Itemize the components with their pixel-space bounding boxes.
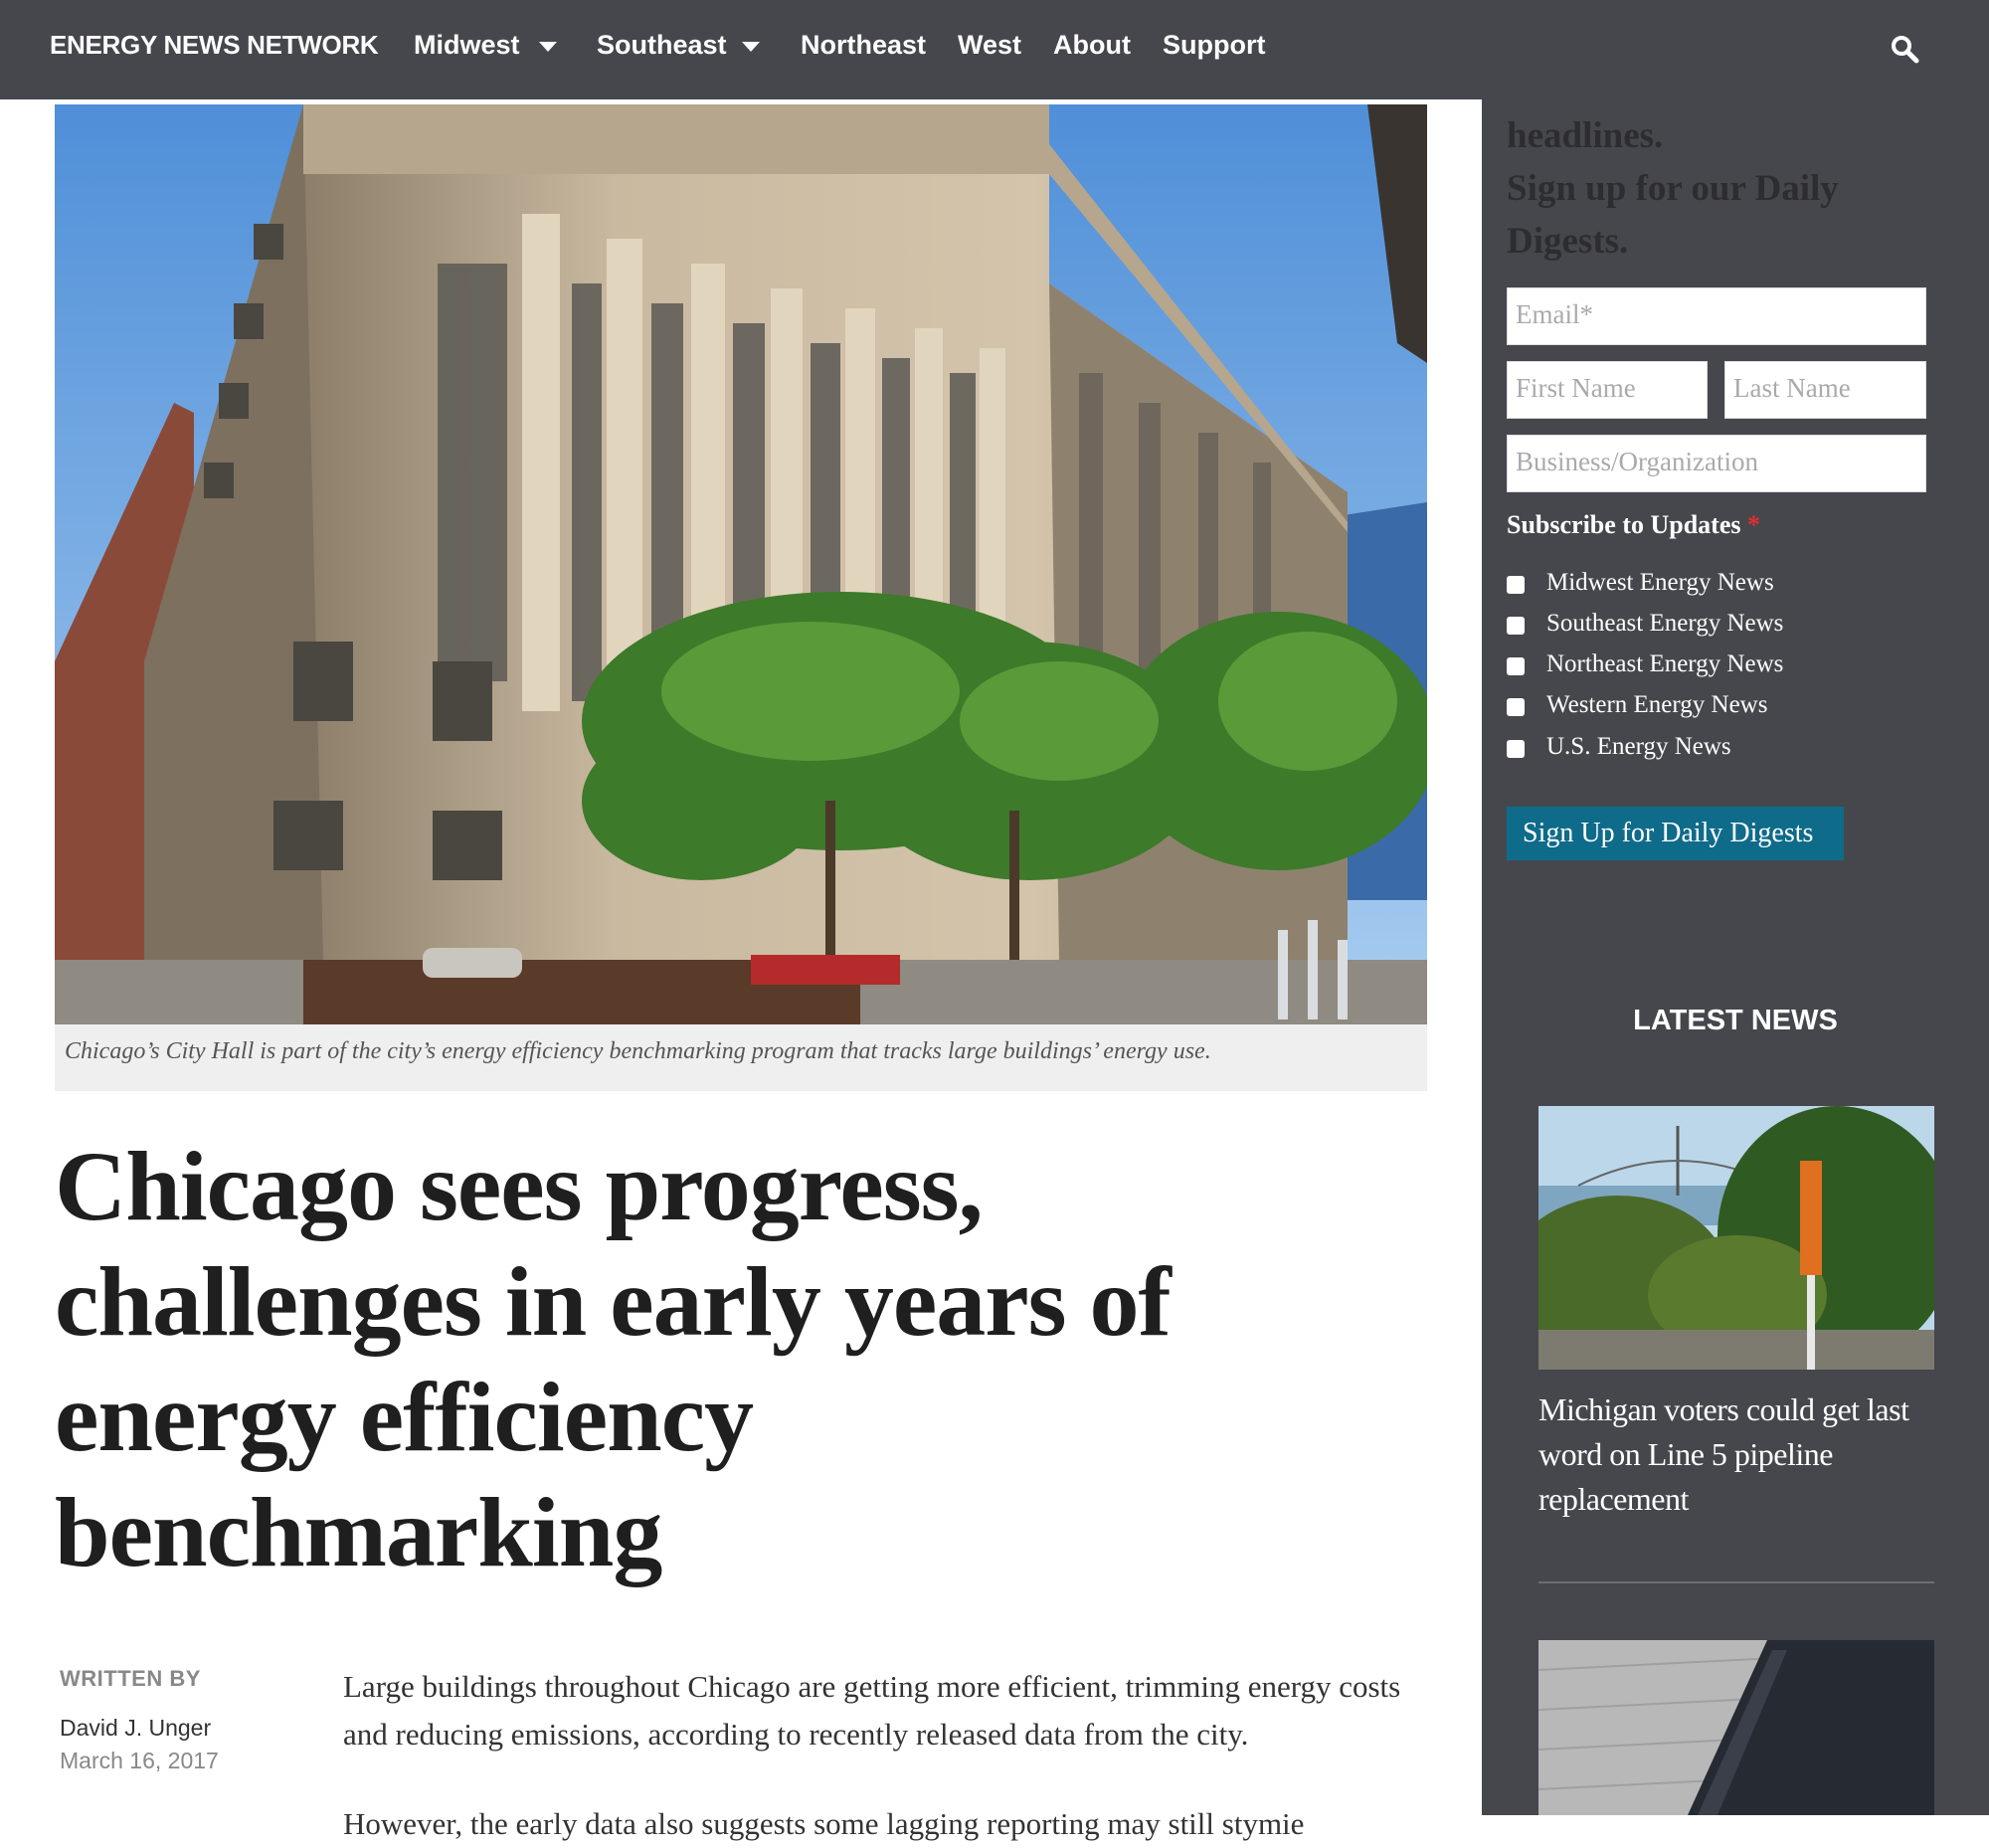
nav-southeast[interactable]: Southeast — [597, 30, 727, 61]
subscribe-label-text: Subscribe to Updates — [1507, 510, 1741, 539]
organization-field[interactable]: Business/Organization — [1507, 435, 1926, 492]
signup-button[interactable]: Sign Up for Daily Digests — [1507, 807, 1844, 860]
headline-line: benchmarking — [55, 1477, 662, 1587]
last-name-field[interactable]: Last Name — [1724, 361, 1926, 419]
email-placeholder: Email* — [1516, 299, 1593, 329]
author-link[interactable]: David J. Unger — [60, 1715, 211, 1742]
signup-heading-line: headlines. — [1507, 115, 1664, 156]
divider — [1538, 1581, 1934, 1583]
nav-west[interactable]: West — [958, 30, 1021, 61]
article-paragraph: Large buildings throughout Chicago are g… — [343, 1669, 1401, 1752]
option-label[interactable]: Midwest Energy News — [1546, 569, 1774, 597]
checkbox[interactable] — [1507, 657, 1525, 675]
article-headline: Chicago sees progress, challenges in ear… — [55, 1129, 1377, 1590]
news-thumbnail[interactable] — [1538, 1640, 1934, 1815]
hero-caption-box: Chicago’s City Hall is part of the city’… — [55, 1024, 1427, 1091]
checkbox[interactable] — [1507, 576, 1525, 594]
option-label[interactable]: Western Energy News — [1546, 691, 1767, 719]
nav-about[interactable]: About — [1053, 30, 1131, 61]
article-paragraph: However, the early data also suggests so… — [343, 1806, 1305, 1841]
latest-news-heading: LATEST NEWS — [1633, 1005, 1838, 1036]
option-label[interactable]: Northeast Energy News — [1546, 650, 1783, 678]
email-field[interactable]: Email* — [1507, 287, 1926, 345]
hero-image — [55, 104, 1427, 1024]
top-navigation: ENERGY NEWS NETWORK Midwest Southeast No… — [0, 0, 1989, 99]
option-label[interactable]: Southeast Energy News — [1546, 610, 1783, 638]
checkbox[interactable] — [1507, 617, 1525, 635]
first-name-placeholder: First Name — [1516, 373, 1636, 403]
organization-placeholder: Business/Organization — [1516, 447, 1758, 476]
brand-link[interactable]: ENERGY NEWS NETWORK — [50, 30, 379, 61]
nav-support[interactable]: Support — [1163, 30, 1265, 61]
nav-northeast[interactable]: Northeast — [801, 30, 926, 61]
news-item-title[interactable]: Michigan voters could get last word on L… — [1538, 1387, 1936, 1522]
search-icon[interactable] — [1890, 34, 1919, 64]
option-label[interactable]: U.S. Energy News — [1546, 733, 1731, 761]
byline-label: WRITTEN BY — [60, 1666, 201, 1691]
checkbox[interactable] — [1507, 740, 1525, 758]
subscribe-label: Subscribe to Updates * — [1507, 510, 1760, 540]
nav-midwest[interactable]: Midwest — [414, 30, 520, 61]
signup-heading-line: Digests. — [1507, 221, 1629, 262]
first-name-field[interactable]: First Name — [1507, 361, 1708, 419]
hero-caption: Chicago’s City Hall is part of the city’… — [65, 1038, 1211, 1064]
headline-line: energy efficiency — [55, 1362, 754, 1472]
sidebar: headlines. Sign up for our Daily Digests… — [1482, 99, 1989, 1815]
chevron-down-icon[interactable] — [742, 42, 760, 52]
news-thumbnail[interactable] — [1538, 1106, 1934, 1370]
headline-line: challenges in early years of — [55, 1246, 1172, 1357]
publish-date: March 16, 2017 — [60, 1748, 219, 1773]
chevron-down-icon[interactable] — [539, 42, 557, 52]
signup-heading-line: Sign up for our Daily — [1507, 168, 1839, 209]
last-name-placeholder: Last Name — [1733, 373, 1851, 403]
required-mark: * — [1746, 510, 1760, 539]
headline-line: Chicago sees progress, — [55, 1131, 984, 1241]
checkbox[interactable] — [1507, 698, 1525, 716]
